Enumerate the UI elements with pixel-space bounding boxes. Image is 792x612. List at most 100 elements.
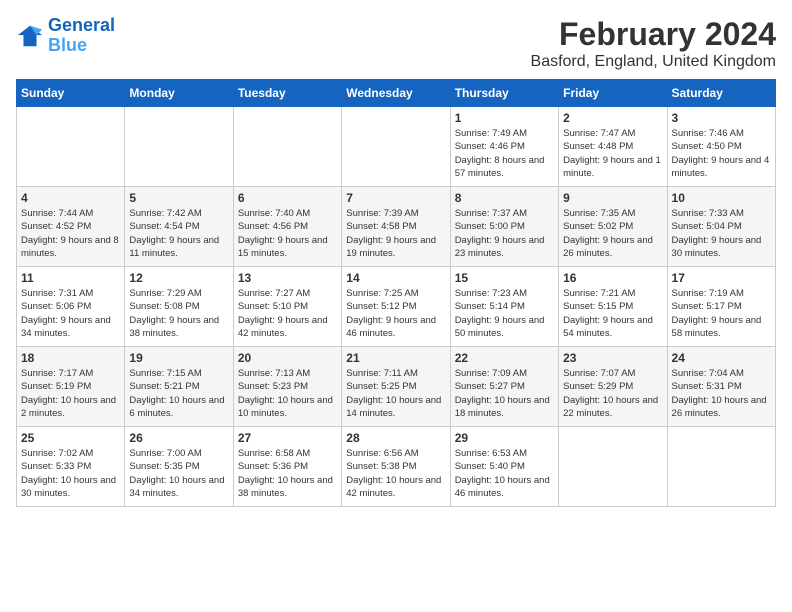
day-number: 5 [129, 191, 228, 205]
header-cell: Friday [559, 80, 667, 107]
day-cell: 3Sunrise: 7:46 AM Sunset: 4:50 PM Daylig… [667, 107, 775, 187]
day-cell: 19 Sunrise: 7:15 AM Sunset: 5:21 PM Dayli… [125, 347, 233, 427]
logo-text: General Blue [48, 16, 115, 56]
day-cell: 22 Sunrise: 7:09 AM Sunset: 5:27 PM Dayli… [450, 347, 558, 427]
day-number: 14 [346, 271, 445, 285]
day-cell: 28 Sunrise: 6:56 AM Sunset: 5:38 PM Dayli… [342, 427, 450, 507]
day-cell: 23 Sunrise: 7:07 AM Sunset: 5:29 PM Dayli… [559, 347, 667, 427]
day-info: Sunrise: 7:17 AM Sunset: 5:19 PM Dayligh… [21, 367, 120, 420]
day-info: Sunrise: 7:02 AM Sunset: 5:33 PM Dayligh… [21, 447, 120, 500]
day-number: 7 [346, 191, 445, 205]
header-cell: Tuesday [233, 80, 341, 107]
day-info: Sunrise: 7:33 AM Sunset: 5:04 PM Dayligh… [672, 207, 771, 260]
day-cell: 12 Sunrise: 7:29 AM Sunset: 5:08 PM Dayli… [125, 267, 233, 347]
day-cell: 5 Sunrise: 7:42 AM Sunset: 4:54 PM Daylig… [125, 187, 233, 267]
day-number: 17 [672, 271, 771, 285]
logo: General Blue [16, 16, 115, 56]
day-cell: 26Sunrise: 7:00 AM Sunset: 5:35 PM Dayli… [125, 427, 233, 507]
day-cell: 14 Sunrise: 7:25 AM Sunset: 5:12 PM Dayli… [342, 267, 450, 347]
day-cell: 6 Sunrise: 7:40 AM Sunset: 4:56 PM Daylig… [233, 187, 341, 267]
day-number: 9 [563, 191, 662, 205]
day-cell: 25 Sunrise: 7:02 AM Sunset: 5:33 PM Dayli… [17, 427, 125, 507]
day-cell: 11 Sunrise: 7:31 AM Sunset: 5:06 PM Dayli… [17, 267, 125, 347]
day-number: 21 [346, 351, 445, 365]
day-info: Sunrise: 7:39 AM Sunset: 4:58 PM Dayligh… [346, 207, 445, 260]
day-number: 23 [563, 351, 662, 365]
day-number: 27 [238, 431, 337, 445]
day-info: Sunrise: 6:56 AM Sunset: 5:38 PM Dayligh… [346, 447, 445, 500]
day-cell: 15 Sunrise: 7:23 AM Sunset: 5:14 PM Dayli… [450, 267, 558, 347]
day-info: Sunrise: 7:09 AM Sunset: 5:27 PM Dayligh… [455, 367, 554, 420]
day-info: Sunrise: 7:47 AM Sunset: 4:48 PM Dayligh… [563, 127, 662, 180]
day-number: 11 [21, 271, 120, 285]
title-block: February 2024 Basford, England, United K… [531, 16, 776, 71]
day-cell [342, 107, 450, 187]
day-cell: 27Sunrise: 6:58 AM Sunset: 5:36 PM Dayli… [233, 427, 341, 507]
day-number: 22 [455, 351, 554, 365]
day-cell: 17 Sunrise: 7:19 AM Sunset: 5:17 PM Dayli… [667, 267, 775, 347]
day-cell: 4 Sunrise: 7:44 AM Sunset: 4:52 PM Daylig… [17, 187, 125, 267]
day-cell: 9 Sunrise: 7:35 AM Sunset: 5:02 PM Daylig… [559, 187, 667, 267]
day-info: Sunrise: 7:19 AM Sunset: 5:17 PM Dayligh… [672, 287, 771, 340]
day-info: Sunrise: 7:35 AM Sunset: 5:02 PM Dayligh… [563, 207, 662, 260]
header-row: SundayMondayTuesdayWednesdayThursdayFrid… [17, 80, 776, 107]
day-info: Sunrise: 7:42 AM Sunset: 4:54 PM Dayligh… [129, 207, 228, 260]
day-cell: 1 Sunrise: 7:49 AM Sunset: 4:46 PM Daylig… [450, 107, 558, 187]
day-number: 16 [563, 271, 662, 285]
day-number: 19 [129, 351, 228, 365]
day-cell: 2 Sunrise: 7:47 AM Sunset: 4:48 PM Daylig… [559, 107, 667, 187]
day-cell: 24 Sunrise: 7:04 AM Sunset: 5:31 PM Dayli… [667, 347, 775, 427]
header-cell: Wednesday [342, 80, 450, 107]
day-info: Sunrise: 7:21 AM Sunset: 5:15 PM Dayligh… [563, 287, 662, 340]
day-info: Sunrise: 7:13 AM Sunset: 5:23 PM Dayligh… [238, 367, 337, 420]
week-row: 11 Sunrise: 7:31 AM Sunset: 5:06 PM Dayli… [17, 267, 776, 347]
day-info: Sunrise: 7:27 AM Sunset: 5:10 PM Dayligh… [238, 287, 337, 340]
day-number: 4 [21, 191, 120, 205]
day-number: 26 [129, 431, 228, 445]
day-cell: 20Sunrise: 7:13 AM Sunset: 5:23 PM Dayli… [233, 347, 341, 427]
day-info: Sunrise: 7:40 AM Sunset: 4:56 PM Dayligh… [238, 207, 337, 260]
day-info: Sunrise: 7:49 AM Sunset: 4:46 PM Dayligh… [455, 127, 554, 180]
day-number: 28 [346, 431, 445, 445]
day-cell: 8 Sunrise: 7:37 AM Sunset: 5:00 PM Daylig… [450, 187, 558, 267]
week-row: 18 Sunrise: 7:17 AM Sunset: 5:19 PM Dayli… [17, 347, 776, 427]
day-number: 24 [672, 351, 771, 365]
day-cell [233, 107, 341, 187]
day-info: Sunrise: 7:29 AM Sunset: 5:08 PM Dayligh… [129, 287, 228, 340]
day-number: 15 [455, 271, 554, 285]
day-number: 18 [21, 351, 120, 365]
month-title: February 2024 [531, 16, 776, 53]
header-cell: Monday [125, 80, 233, 107]
day-number: 8 [455, 191, 554, 205]
day-cell: 29Sunrise: 6:53 AM Sunset: 5:40 PM Dayli… [450, 427, 558, 507]
calendar-table: SundayMondayTuesdayWednesdayThursdayFrid… [16, 79, 776, 507]
day-number: 13 [238, 271, 337, 285]
day-cell: 18 Sunrise: 7:17 AM Sunset: 5:19 PM Dayli… [17, 347, 125, 427]
day-cell [559, 427, 667, 507]
day-info: Sunrise: 7:37 AM Sunset: 5:00 PM Dayligh… [455, 207, 554, 260]
day-info: Sunrise: 7:23 AM Sunset: 5:14 PM Dayligh… [455, 287, 554, 340]
day-number: 1 [455, 111, 554, 125]
week-row: 1 Sunrise: 7:49 AM Sunset: 4:46 PM Daylig… [17, 107, 776, 187]
day-cell: 13 Sunrise: 7:27 AM Sunset: 5:10 PM Dayli… [233, 267, 341, 347]
day-info: Sunrise: 7:44 AM Sunset: 4:52 PM Dayligh… [21, 207, 120, 260]
day-info: Sunrise: 7:07 AM Sunset: 5:29 PM Dayligh… [563, 367, 662, 420]
day-number: 10 [672, 191, 771, 205]
day-cell: 7 Sunrise: 7:39 AM Sunset: 4:58 PM Daylig… [342, 187, 450, 267]
location: Basford, England, United Kingdom [531, 53, 776, 71]
day-number: 3 [672, 111, 771, 125]
day-number: 12 [129, 271, 228, 285]
logo-icon [16, 22, 44, 50]
day-number: 6 [238, 191, 337, 205]
day-info: Sunrise: 7:31 AM Sunset: 5:06 PM Dayligh… [21, 287, 120, 340]
day-number: 2 [563, 111, 662, 125]
day-info: Sunrise: 7:25 AM Sunset: 5:12 PM Dayligh… [346, 287, 445, 340]
header-cell: Sunday [17, 80, 125, 107]
day-number: 25 [21, 431, 120, 445]
day-number: 29 [455, 431, 554, 445]
day-cell: 21 Sunrise: 7:11 AM Sunset: 5:25 PM Dayli… [342, 347, 450, 427]
day-info: Sunrise: 7:04 AM Sunset: 5:31 PM Dayligh… [672, 367, 771, 420]
day-info: Sunrise: 7:15 AM Sunset: 5:21 PM Dayligh… [129, 367, 228, 420]
day-info: Sunrise: 7:11 AM Sunset: 5:25 PM Dayligh… [346, 367, 445, 420]
week-row: 25 Sunrise: 7:02 AM Sunset: 5:33 PM Dayli… [17, 427, 776, 507]
